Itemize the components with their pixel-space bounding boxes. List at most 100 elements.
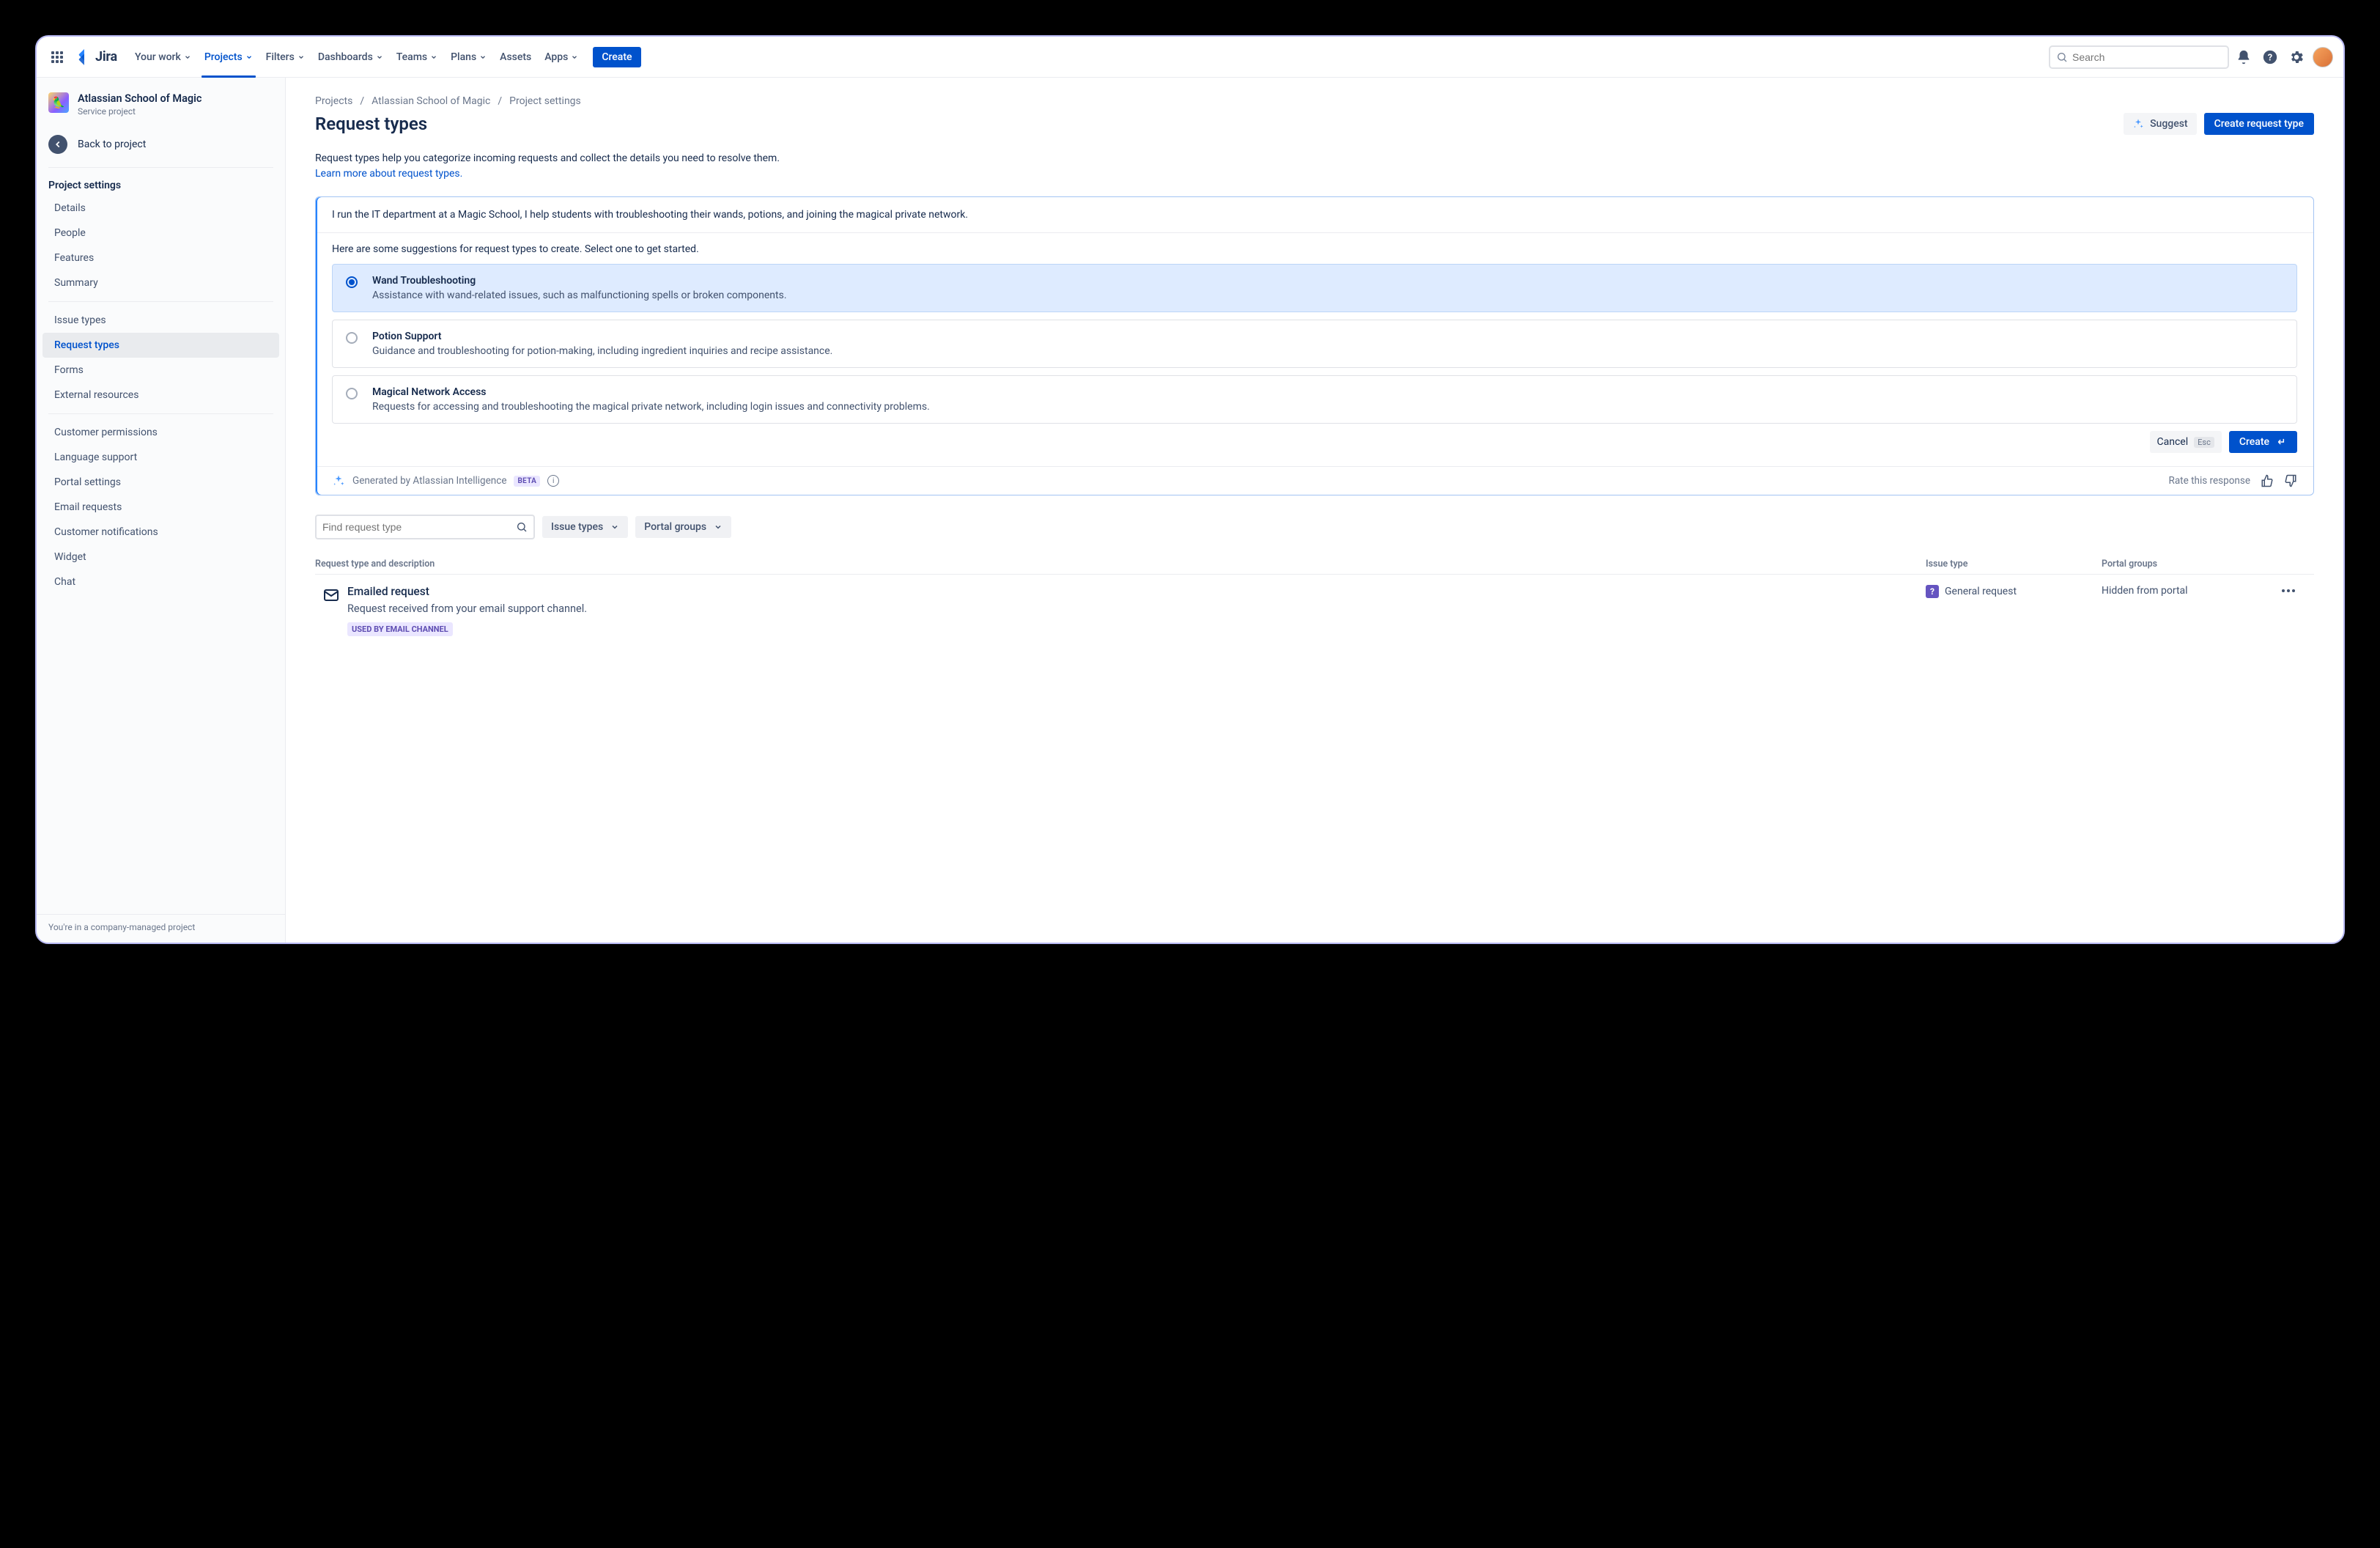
nav-your-work[interactable]: Your work	[129, 47, 197, 67]
nav-filters[interactable]: Filters	[260, 47, 311, 67]
row-description: Request received from your email support…	[347, 602, 1911, 615]
suggestion-desc: Assistance with wand-related issues, suc…	[372, 290, 787, 301]
learn-more-link[interactable]: Learn more about request types.	[315, 168, 462, 180]
sidebar-item-portal-settings[interactable]: Portal settings	[42, 470, 279, 495]
crumb-project[interactable]: Atlassian School of Magic	[372, 95, 490, 107]
channel-badge: USED BY EMAIL CHANNEL	[347, 622, 453, 636]
issue-type-cell: ? General request	[1926, 585, 2102, 598]
sidebar-item-request-types[interactable]: Request types	[42, 333, 279, 358]
help-icon[interactable]: ?	[2258, 45, 2282, 69]
ai-create-button[interactable]: Create	[2229, 431, 2297, 453]
radio-icon	[346, 276, 358, 288]
profile-avatar[interactable]	[2311, 45, 2335, 69]
sidebar-item-summary[interactable]: Summary	[42, 270, 279, 295]
filters-row: Issue types Portal groups	[315, 515, 2314, 539]
thumbs-down-icon[interactable]	[2284, 474, 2297, 487]
radio-icon	[346, 388, 358, 399]
top-nav: Jira Your workProjectsFiltersDashboardsT…	[37, 37, 2343, 78]
issue-types-filter[interactable]: Issue types	[542, 516, 628, 538]
sidebar-item-details[interactable]: Details	[42, 196, 279, 221]
app-frame: Jira Your workProjectsFiltersDashboardsT…	[35, 35, 2345, 944]
search-input[interactable]	[2049, 45, 2229, 69]
jira-wordmark: Jira	[95, 49, 117, 64]
jira-logo[interactable]: Jira	[76, 49, 117, 65]
sidebar-item-external-resources[interactable]: External resources	[42, 383, 279, 408]
create-request-type-button[interactable]: Create request type	[2204, 113, 2314, 135]
project-header: 🦜 Atlassian School of Magic Service proj…	[37, 92, 285, 127]
ai-prompt-text: I run the IT department at a Magic Schoo…	[316, 197, 2313, 233]
table-header: Request type and description Issue type …	[315, 554, 2314, 575]
sidebar-item-language-support[interactable]: Language support	[42, 445, 279, 470]
ai-cancel-button[interactable]: Cancel Esc	[2150, 431, 2222, 453]
info-icon[interactable]: i	[547, 475, 559, 487]
col-portal-groups: Portal groups	[2102, 559, 2277, 570]
page-description: Request types help you categorize incomi…	[315, 151, 2314, 182]
back-arrow-icon	[48, 135, 67, 154]
search-field[interactable]	[2072, 51, 2222, 63]
ai-intro: Here are some suggestions for request ty…	[332, 243, 2297, 255]
search-icon	[516, 521, 528, 533]
chevron-down-icon	[479, 54, 487, 61]
sidebar-item-customer-notifications[interactable]: Customer notifications	[42, 520, 279, 545]
table-row: Emailed request Request received from yo…	[315, 575, 2314, 642]
radio-icon	[346, 332, 358, 344]
portal-groups-filter[interactable]: Portal groups	[635, 516, 731, 538]
jira-mark-icon	[76, 49, 92, 65]
nav-projects[interactable]: Projects	[199, 47, 259, 67]
sidebar-item-features[interactable]: Features	[42, 246, 279, 270]
enter-icon	[2277, 437, 2287, 447]
app-switcher-icon[interactable]	[45, 45, 69, 69]
chevron-down-icon	[184, 54, 191, 61]
chevron-down-icon	[571, 54, 578, 61]
nav-apps[interactable]: Apps	[539, 47, 584, 67]
ai-suggestion-0[interactable]: Wand TroubleshootingAssistance with wand…	[332, 264, 2297, 312]
sidebar-item-people[interactable]: People	[42, 221, 279, 246]
nav-teams[interactable]: Teams	[391, 47, 443, 67]
find-request-type-input[interactable]	[315, 515, 535, 539]
ai-attribution: Generated by Atlassian Intelligence	[352, 475, 506, 487]
sidebar: 🦜 Atlassian School of Magic Service proj…	[37, 78, 286, 943]
thumbs-up-icon[interactable]	[2261, 474, 2274, 487]
suggest-button[interactable]: Suggest	[2124, 113, 2197, 135]
chevron-down-icon	[376, 54, 383, 61]
back-to-project[interactable]: Back to project	[37, 127, 285, 161]
chevron-down-icon	[245, 54, 253, 61]
sidebar-item-email-requests[interactable]: Email requests	[42, 495, 279, 520]
sidebar-item-chat[interactable]: Chat	[42, 570, 279, 594]
row-title[interactable]: Emailed request	[347, 585, 1911, 598]
nav-plans[interactable]: Plans	[445, 47, 492, 67]
suggestion-title: Magical Network Access	[372, 386, 930, 398]
sidebar-item-forms[interactable]: Forms	[42, 358, 279, 383]
crumb-settings[interactable]: Project settings	[509, 95, 581, 107]
create-button[interactable]: Create	[593, 47, 640, 67]
project-type: Service project	[78, 106, 202, 117]
nav-dashboards[interactable]: Dashboards	[312, 47, 389, 67]
sidebar-section-title: Project settings	[37, 174, 285, 196]
ai-suggestion-2[interactable]: Magical Network AccessRequests for acces…	[332, 375, 2297, 424]
chevron-down-icon	[298, 54, 305, 61]
project-name: Atlassian School of Magic	[78, 92, 202, 105]
project-icon: 🦜	[48, 92, 69, 113]
sidebar-footer: You're in a company-managed project	[37, 914, 285, 943]
main-content: Projects/ Atlassian School of Magic/ Pro…	[286, 78, 2343, 943]
chevron-down-icon	[714, 523, 722, 531]
notifications-icon[interactable]	[2232, 45, 2255, 69]
suggestion-title: Potion Support	[372, 331, 832, 342]
breadcrumbs: Projects/ Atlassian School of Magic/ Pro…	[315, 95, 2314, 107]
sparkle-icon	[2132, 118, 2144, 130]
sidebar-item-customer-permissions[interactable]: Customer permissions	[42, 420, 279, 445]
chevron-down-icon	[610, 523, 619, 531]
crumb-projects[interactable]: Projects	[315, 95, 352, 107]
settings-icon[interactable]	[2285, 45, 2308, 69]
sidebar-item-widget[interactable]: Widget	[42, 545, 279, 570]
beta-badge: BETA	[514, 476, 540, 487]
rate-label: Rate this response	[2169, 475, 2250, 487]
portal-group-cell: Hidden from portal	[2102, 585, 2277, 597]
row-actions-menu[interactable]	[2277, 585, 2314, 597]
col-issue-type: Issue type	[1926, 559, 2102, 570]
ai-suggestion-1[interactable]: Potion SupportGuidance and troubleshooti…	[332, 320, 2297, 368]
nav-assets[interactable]: Assets	[494, 47, 537, 67]
nav-items: Your workProjectsFiltersDashboardsTeamsP…	[129, 47, 584, 67]
sidebar-item-issue-types[interactable]: Issue types	[42, 308, 279, 333]
issue-type-icon: ?	[1926, 585, 1939, 598]
